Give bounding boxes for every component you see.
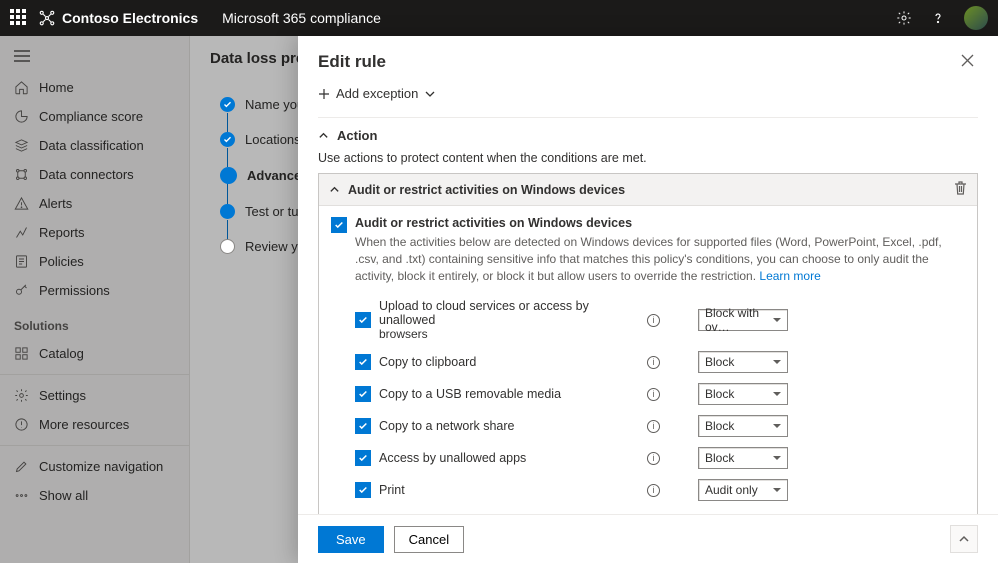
edit-rule-panel: Edit rule Add exception Action Use actio…	[298, 36, 998, 563]
checkbox-description: When the activities below are detected o…	[355, 234, 965, 284]
chevron-down-icon	[424, 88, 436, 100]
cancel-button[interactable]: Cancel	[394, 526, 464, 553]
panel-title: Edit rule	[318, 52, 957, 72]
step-complete-icon	[220, 132, 235, 147]
activity-action-select[interactable]: Audit only	[698, 479, 788, 501]
activity-row: Access by unallowed apps i Block	[355, 442, 965, 474]
delete-action-button[interactable]	[954, 181, 967, 198]
app-launcher-icon[interactable]	[10, 9, 28, 27]
info-icon[interactable]: i	[647, 356, 660, 369]
activity-label: Access by unallowed apps	[379, 451, 639, 465]
activity-action-select[interactable]: Block with ov…	[698, 309, 788, 331]
help-icon[interactable]	[930, 10, 946, 26]
activity-label: Upload to cloud services or access by un…	[379, 299, 639, 341]
activity-action-select[interactable]: Block	[698, 383, 788, 405]
activity-checkbox[interactable]	[355, 354, 371, 370]
activity-action-select[interactable]: Block	[698, 447, 788, 469]
step-upcoming-icon	[220, 239, 235, 254]
step-complete-icon	[220, 97, 235, 112]
step-upcoming-icon	[220, 204, 235, 219]
activity-row: Upload to cloud services or access by un…	[355, 294, 965, 346]
save-button[interactable]: Save	[318, 526, 384, 553]
activity-row: Printi Audit only	[355, 474, 965, 506]
step-current-icon	[220, 167, 237, 184]
activity-checkbox[interactable]	[355, 418, 371, 434]
checkbox-label: Audit or restrict activities on Windows …	[355, 216, 965, 230]
brand-name: Contoso Electronics	[62, 10, 198, 26]
activity-checkbox[interactable]	[355, 312, 371, 328]
close-panel-button[interactable]	[957, 50, 978, 74]
activity-row: Copy to clipboard i Block	[355, 346, 965, 378]
action-box: Audit or restrict activities on Windows …	[318, 173, 978, 514]
audit-restrict-checkbox[interactable]	[331, 217, 347, 233]
info-icon[interactable]: i	[647, 484, 660, 497]
activity-checkbox[interactable]	[355, 450, 371, 466]
top-bar: Contoso Electronics Microsoft 365 compli…	[0, 0, 998, 36]
action-box-header[interactable]: Audit or restrict activities on Windows …	[319, 174, 977, 205]
info-icon[interactable]: i	[647, 314, 660, 327]
scroll-to-top-button[interactable]	[950, 525, 978, 553]
activity-label: Print	[379, 483, 639, 497]
activity-row: Copy to a network share i Block	[355, 410, 965, 442]
activity-action-select[interactable]: Block	[698, 415, 788, 437]
action-section-header[interactable]: Action	[318, 117, 978, 149]
app-name: Microsoft 365 compliance	[222, 10, 381, 26]
add-exception-button[interactable]: Add exception	[318, 82, 978, 111]
activity-label: Copy to a network share	[379, 419, 639, 433]
chevron-up-icon	[318, 130, 329, 141]
settings-gear-icon[interactable]	[896, 10, 912, 26]
activity-label: Copy to clipboard	[379, 355, 639, 369]
activity-checkbox[interactable]	[355, 386, 371, 402]
chevron-up-icon	[329, 184, 340, 195]
action-helper-text: Use actions to protect content when the …	[318, 149, 978, 173]
info-icon[interactable]: i	[647, 388, 660, 401]
learn-more-link[interactable]: Learn more	[759, 269, 820, 283]
user-avatar[interactable]	[964, 6, 988, 30]
activity-action-select[interactable]: Block	[698, 351, 788, 373]
activity-row: Copy to a USB removable media i Block	[355, 378, 965, 410]
activity-label: Copy to a USB removable media	[379, 387, 639, 401]
brand-logo-icon	[38, 9, 56, 27]
info-icon[interactable]: i	[647, 452, 660, 465]
info-icon[interactable]: i	[647, 420, 660, 433]
plus-icon	[318, 88, 330, 100]
activity-checkbox[interactable]	[355, 482, 371, 498]
